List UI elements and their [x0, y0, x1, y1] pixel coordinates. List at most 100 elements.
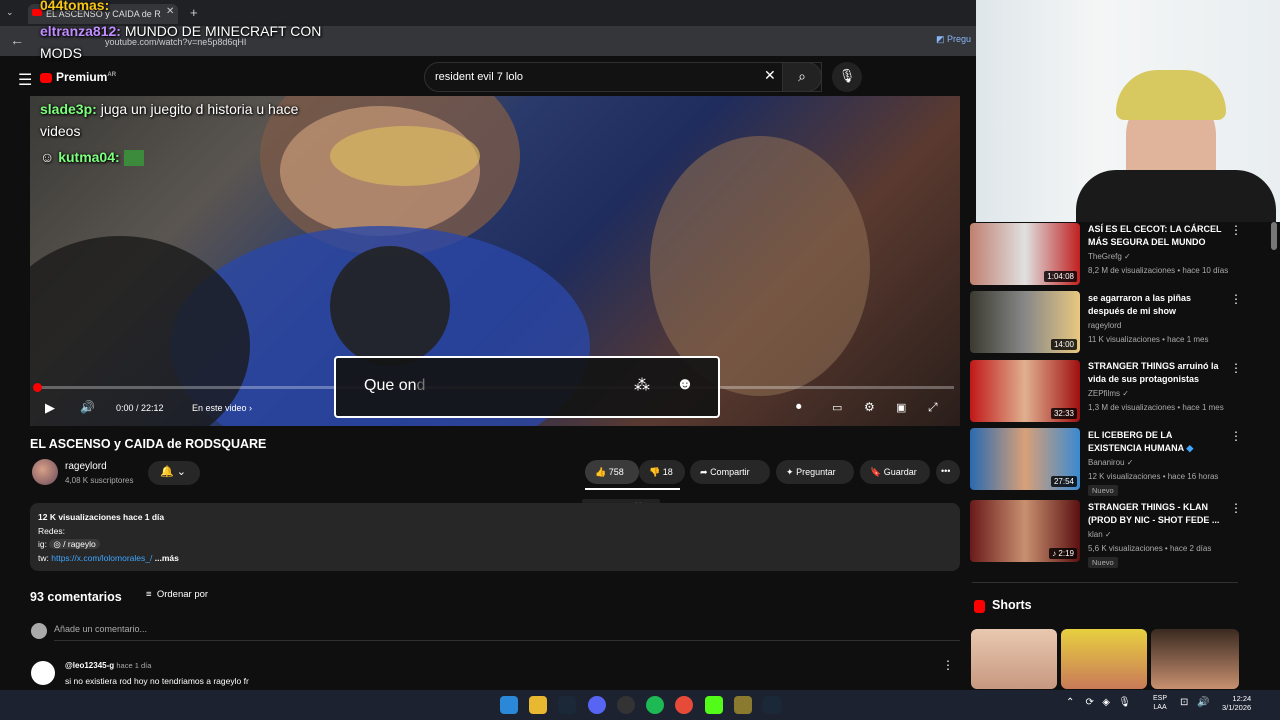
recommendation-title[interactable]: STRANGER THINGS - KLAN (PROD BY NIC - SH…: [1088, 501, 1228, 527]
recommendation-title[interactable]: se agarraron a las piñas después de mi s…: [1088, 292, 1228, 318]
chat-text: MODS: [40, 45, 82, 61]
file-explorer-icon[interactable]: [529, 696, 547, 714]
ask-button[interactable]: ✦ Preguntar: [776, 460, 854, 484]
recommendation-title[interactable]: ASÍ ES EL CECOT: LA CÁRCEL MÁS SEGURA DE…: [1088, 223, 1228, 249]
voice-search-button[interactable]: 🎙: [832, 62, 862, 92]
minecraft-icon[interactable]: [734, 696, 752, 714]
comment-more-icon[interactable]: ⋮: [942, 658, 954, 672]
save-button[interactable]: 🔖 Guardar: [860, 460, 930, 484]
show-more-button[interactable]: ...más: [155, 553, 179, 563]
recommendation-title[interactable]: EL ICEBERG DE LA EXISTENCIA HUMANA ◆: [1088, 429, 1228, 455]
video-description[interactable]: 12 K visualizaciones hace 1 día Redes: i…: [30, 503, 960, 571]
recommendation-channel[interactable]: klan ✓: [1088, 530, 1112, 539]
start-menu-icon[interactable]: [500, 696, 518, 714]
recommendation-thumbnail[interactable]: 14:00: [970, 291, 1080, 353]
recommendation-channel[interactable]: ZEPfilms ✓: [1088, 389, 1129, 398]
recommendation-channel[interactable]: Bananirou ✓: [1088, 458, 1133, 467]
comment-header: @leo12345-g hace 1 día: [65, 661, 151, 670]
system-tray[interactable]: ⌃ ⟳ ◈ 🎙: [1066, 697, 1131, 708]
typed-text: Que on: [364, 377, 417, 394]
recommendation-thumbnail[interactable]: 27:54: [970, 428, 1080, 490]
video-duration: 32:33: [1050, 408, 1077, 419]
obs-icon[interactable]: [617, 696, 635, 714]
dislike-button[interactable]: 👎 18: [639, 460, 685, 484]
sync-icon[interactable]: ⟳: [1086, 697, 1094, 708]
microphone-icon[interactable]: 🎙: [1118, 697, 1131, 708]
text-input-overlay[interactable]: Que ond ⁂ ☻: [334, 356, 720, 418]
like-button[interactable]: 👍 758: [585, 460, 639, 484]
search-button[interactable]: ⌕: [782, 62, 822, 92]
share-button[interactable]: ➦ Compartir: [690, 460, 770, 484]
ig-link[interactable]: ◎ / rageylo: [49, 539, 100, 549]
more-actions-button[interactable]: •••: [936, 460, 960, 484]
new-tab-icon[interactable]: +: [190, 5, 198, 20]
close-tab-icon[interactable]: ✕: [166, 6, 174, 17]
emoji-icon[interactable]: ☻: [676, 374, 694, 394]
add-comment-input[interactable]: Añade un comentario...: [54, 624, 147, 634]
sort-icon: ≡: [146, 589, 152, 600]
recommendation-more-icon[interactable]: ⋮: [1230, 292, 1242, 306]
verified-icon: ✓: [1104, 530, 1112, 539]
ig-value: / rageylo: [63, 539, 96, 549]
translate-icon[interactable]: ⁂: [634, 375, 650, 395]
subtitles-icon[interactable]: ▭: [832, 401, 842, 414]
microphone-icon: 🎙: [838, 68, 856, 83]
chapters-button[interactable]: En este video ›: [192, 403, 252, 413]
clock[interactable]: 12:24 3/1/2026: [1222, 694, 1251, 712]
spotify-icon[interactable]: [646, 696, 664, 714]
play-icon[interactable]: ▶: [45, 400, 55, 416]
search-input[interactable]: resident evil 7 lolo: [424, 62, 822, 92]
chapters-label: En este video: [192, 403, 247, 413]
sort-comments-button[interactable]: ≡ Ordenar por: [146, 589, 208, 600]
chrome-icon[interactable]: [675, 696, 693, 714]
short-thumbnail[interactable]: [971, 629, 1057, 689]
recommendation-channel[interactable]: TheGrefg ✓: [1088, 252, 1131, 261]
speaker-icon[interactable]: 🔊: [1197, 697, 1209, 708]
progress-scrubber[interactable]: [33, 383, 42, 392]
channel-name: ZEPfilms: [1088, 389, 1120, 398]
language-indicator[interactable]: ESP LAA: [1153, 694, 1167, 712]
volume-icon[interactable]: 🔊: [80, 400, 95, 414]
recommendation-more-icon[interactable]: ⋮: [1230, 429, 1242, 443]
clear-search-icon[interactable]: ✕: [764, 67, 776, 84]
recommendation-thumbnail[interactable]: ♪ 2:19: [970, 500, 1080, 562]
comment-avatar[interactable]: [31, 661, 55, 685]
steam-icon[interactable]: [558, 696, 576, 714]
twitter-link[interactable]: https://x.com/lolomorales_/: [51, 553, 152, 563]
recommendation-thumbnail[interactable]: 1:04:08: [970, 223, 1080, 285]
comment-username[interactable]: @leo12345-g: [65, 661, 114, 670]
miniplayer-icon[interactable]: ▣: [896, 401, 906, 414]
hamburger-menu-icon[interactable]: ☰: [18, 70, 32, 90]
channel-name[interactable]: rageylord: [65, 461, 107, 472]
streamer-beanie: [1116, 70, 1226, 120]
steam-icon[interactable]: [763, 696, 781, 714]
settings-gear-icon[interactable]: ⚙: [864, 400, 875, 414]
translate-button[interactable]: ◩ Pregu: [936, 34, 971, 45]
channel-avatar[interactable]: [32, 459, 58, 485]
recommendation-thumbnail[interactable]: 32:33: [970, 360, 1080, 422]
network-icon[interactable]: ⊡: [1180, 697, 1188, 708]
notification-bell-button[interactable]: 🔔 ⌄: [148, 461, 200, 485]
autoplay-toggle[interactable]: ⏺: [796, 401, 802, 414]
clock-time: 12:24: [1232, 694, 1252, 703]
recommendation-title[interactable]: STRANGER THINGS arruinó la vida de sus p…: [1088, 360, 1228, 386]
recommendation-more-icon[interactable]: ⋮: [1230, 361, 1242, 375]
recommendation-more-icon[interactable]: ⋮: [1230, 223, 1242, 237]
short-thumbnail[interactable]: [1151, 629, 1239, 689]
kick-icon[interactable]: [705, 696, 723, 714]
tab-search-icon[interactable]: ⌄: [6, 7, 14, 18]
chevron-up-icon[interactable]: ⌃: [1066, 697, 1074, 708]
shorts-heading: Shorts: [992, 598, 1032, 612]
recommendation-channel[interactable]: rageylord: [1088, 321, 1121, 330]
streamer-shirt: [1076, 170, 1276, 222]
scrollbar-thumb[interactable]: [1271, 222, 1277, 250]
ask-label: Preguntar: [796, 467, 836, 477]
fullscreen-icon[interactable]: ⤢: [928, 400, 938, 415]
shield-icon[interactable]: ◈: [1102, 697, 1110, 708]
back-arrow-icon[interactable]: ←: [10, 32, 24, 48]
chat-username: slade3p:: [40, 101, 97, 117]
short-thumbnail[interactable]: [1061, 629, 1147, 689]
recommendation-more-icon[interactable]: ⋮: [1230, 501, 1242, 515]
discord-icon[interactable]: [588, 696, 606, 714]
youtube-premium-logo[interactable]: PremiumAR: [40, 70, 116, 84]
